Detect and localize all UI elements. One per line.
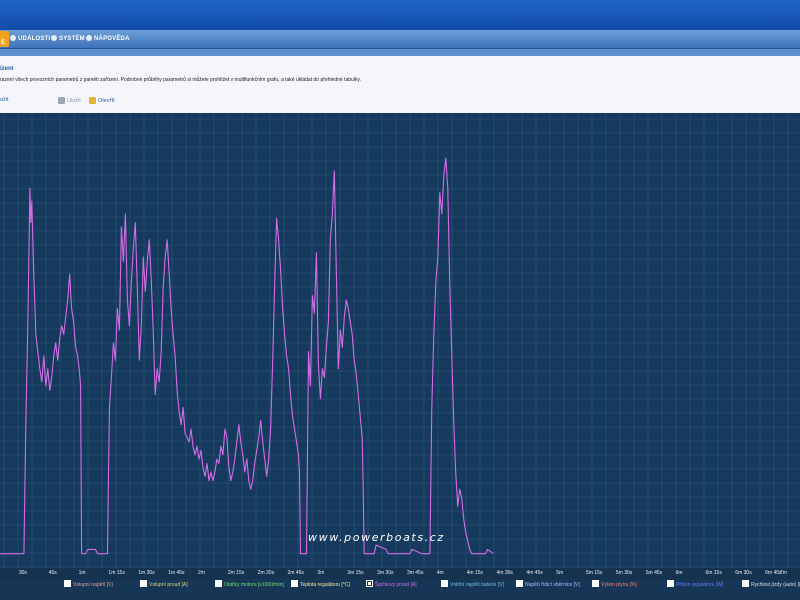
open-button[interactable]: Otevřít: [89, 97, 115, 104]
x-tick-label: 5m: [556, 570, 564, 576]
floppy-disk-icon: [58, 97, 65, 104]
x-tick-label: 3m 15s: [347, 570, 364, 576]
legend-checkbox[interactable]: [592, 580, 599, 587]
nav-tab-label: UDÁLOSTI: [18, 36, 51, 42]
chevron-down-icon: [86, 35, 92, 41]
legend-label: Vstupní proud [A]: [149, 582, 188, 588]
x-tick-label: 1m: [78, 570, 86, 576]
legend-item[interactable]: Vstupní napětí [V]: [64, 580, 113, 588]
legend-item[interactable]: Příkon regulátoru [W]: [667, 580, 723, 588]
x-tick-label: 5m 45s: [645, 570, 663, 576]
nav-tab-help[interactable]: NÁPOVĚDA: [86, 32, 130, 46]
x-tick-label: 7m: [780, 570, 787, 576]
legend-checkbox[interactable]: [667, 580, 674, 587]
main-navigation: UDÁLOSTI SYSTÉM NÁPOVĚDA: [0, 30, 800, 49]
folder-icon: [89, 97, 96, 104]
chart-grid: [0, 113, 800, 568]
nav-tab-label: SYSTÉM: [59, 36, 85, 42]
legend-item[interactable]: Teplota regulátoru [°C]: [291, 580, 350, 588]
x-tick-label: 4m 45s: [526, 570, 543, 576]
save-button[interactable]: Uložit: [58, 97, 81, 104]
legend-label: Teplota regulátoru [°C]: [300, 582, 350, 588]
save-button-label: Uložit: [67, 98, 81, 104]
legend-item[interactable]: Rychlost jízdy (auto) [km/h]: [742, 580, 800, 588]
nav-tab-active-label: E: [1, 40, 6, 46]
x-tick-label: 4m: [436, 570, 444, 576]
legend-checkbox[interactable]: [441, 580, 448, 587]
legend-item[interactable]: Vnitřní napětí baterie [V]: [441, 580, 504, 588]
chart-legend: Vstupní napětí [V] Vstupní proud [A] Otáčk…: [0, 579, 800, 600]
x-tick-label: 6m 30s: [735, 570, 752, 576]
legend-label: Příkon regulátoru [W]: [676, 582, 724, 588]
multifunction-chart[interactable]: [0, 113, 800, 568]
legend-item[interactable]: Vstupní proud [A]: [140, 580, 188, 588]
x-tick-label: 3m: [317, 570, 325, 576]
nav-tab-system[interactable]: SYSTÉM: [51, 32, 85, 46]
watermark-text: www.powerboats.cz: [308, 531, 445, 544]
legend-checkbox[interactable]: [366, 580, 373, 587]
x-tick-label: 3m 30s: [377, 570, 394, 576]
x-tick-label: 2m: [197, 570, 205, 576]
legend-label: Vstupní napětí [V]: [73, 582, 113, 588]
content-panel: ízení razení všech provozních parametrů …: [0, 56, 800, 114]
x-tick-label: 6m 15s: [705, 570, 722, 576]
x-tick-label: 6m: [675, 570, 683, 576]
legend-checkbox[interactable]: [140, 580, 147, 587]
legend-item[interactable]: Špičkový proud [A]: [366, 580, 417, 588]
legend-item[interactable]: Výkon plynu [%]: [592, 580, 637, 588]
nav-tab-active[interactable]: E: [0, 31, 9, 47]
chevron-down-icon: [10, 35, 16, 41]
legend-item[interactable]: Napětí řídicí sběrnice [V]: [516, 580, 580, 588]
x-tick-label: 3m 45s: [406, 570, 424, 576]
legend-label: Vnitřní napětí baterie [V]: [450, 582, 504, 588]
x-axis: 30s 45s 1m 1m 15s 1m 30s 1m 45s 2m 2m 15s 2m 30s…: [0, 568, 800, 579]
x-tick-label: 5m 30s: [615, 570, 633, 576]
open-button-label: Otevřít: [98, 98, 115, 104]
window-titlebar: [0, 0, 800, 30]
page-title: ízení: [0, 66, 14, 72]
x-tick-label: 1m 30s: [138, 570, 155, 576]
legend-checkbox[interactable]: [215, 580, 222, 587]
x-tick-label: 30s: [18, 570, 27, 576]
nav-tab-events[interactable]: UDÁLOSTI: [10, 32, 50, 46]
page-description: razení všech provozních parametrů z pamě…: [0, 77, 361, 83]
legend-label: Špičkový proud [A]: [375, 582, 417, 588]
legend-checkbox[interactable]: [742, 580, 749, 587]
nav-tab-label: NÁPOVĚDA: [94, 36, 130, 42]
legend-label: Výkon plynu [%]: [601, 582, 637, 588]
sub-navigation-bar: [0, 49, 800, 56]
legend-label: Napětí řídicí sběrnice [V]: [525, 582, 580, 588]
load-button[interactable]: ožit: [0, 97, 9, 103]
x-tick-label: 2m 30s: [257, 570, 275, 576]
chevron-down-icon: [51, 35, 57, 41]
legend-label: Otáčky motoru [x1000/min]: [224, 582, 284, 588]
legend-item[interactable]: Otáčky motoru [x1000/min]: [215, 580, 284, 588]
load-button-label: ožit: [0, 97, 9, 103]
x-tick-label: 2m 15s: [227, 570, 245, 576]
legend-label: Rychlost jízdy (auto) [km/h]: [751, 582, 800, 588]
x-tick-label: 5m 15s: [586, 570, 603, 576]
legend-checkbox[interactable]: [516, 580, 523, 587]
legend-checkbox[interactable]: [64, 580, 71, 587]
x-tick-label: 1m 15s: [108, 570, 125, 576]
x-tick-label: 45s: [48, 570, 57, 576]
x-tick-label: 4m 30s: [496, 570, 513, 576]
x-tick-label: 1m 45s: [168, 570, 185, 576]
legend-checkbox[interactable]: [291, 580, 298, 587]
chart-area[interactable]: [0, 113, 800, 568]
x-tick-label: 2m 45s: [287, 570, 304, 576]
x-tick-label: 4m 15s: [466, 570, 484, 576]
